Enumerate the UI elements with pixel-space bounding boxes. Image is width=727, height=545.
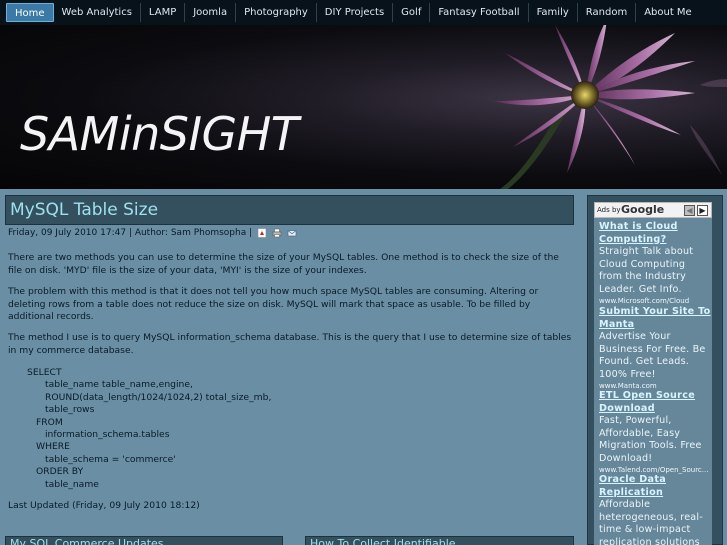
nav-item-golf[interactable]: Golf xyxy=(393,3,431,22)
code-line: table_schema = 'commerce' xyxy=(45,453,176,465)
ad-title[interactable]: Oracle Data Replication xyxy=(599,474,711,499)
nav-item-random[interactable]: Random xyxy=(578,3,637,22)
article-paragraph: The method I use is to query MySQL infor… xyxy=(8,332,572,356)
nav-item-lamp[interactable]: LAMP xyxy=(141,3,186,22)
site-title[interactable]: SAMinSIGHT xyxy=(20,107,299,161)
related-article-box-right: How To Collect Identifiable xyxy=(305,536,574,545)
article-paragraph: There are two methods you can use to det… xyxy=(8,252,559,276)
ad-url[interactable]: www.Microsoft.com/Cloud xyxy=(599,296,711,306)
code-line: SELECT xyxy=(27,367,62,378)
article-title[interactable]: MySQL Table Size xyxy=(10,200,158,220)
chevron-right-icon[interactable]: ▶ xyxy=(697,205,708,216)
nav-item-joomla[interactable]: Joomla xyxy=(185,3,237,22)
article-paragraph: The problem with this method is that it … xyxy=(8,286,539,322)
google-logo[interactable]: Google xyxy=(621,203,664,216)
sidebar: Ads by Google ◀ ▶ What is Cloud Computin… xyxy=(587,195,723,545)
ad-title[interactable]: ETL Open Source Download xyxy=(599,390,711,415)
code-line: information_schema.tables xyxy=(45,429,170,441)
ad-body: Straight Talk about Cloud Computing from… xyxy=(599,246,694,295)
ads-by-label[interactable]: Ads by xyxy=(597,206,621,214)
nav-item-about-me[interactable]: About Me xyxy=(636,3,700,22)
ad-body: Advertise Your Business For Free. Be Fou… xyxy=(599,331,706,380)
ad-title[interactable]: What is Cloud Computing? xyxy=(599,221,711,246)
related-article-title[interactable]: My SQL Commerce Updates xyxy=(10,537,164,545)
main-content: MySQL Table Size Friday, 09 July 2010 17… xyxy=(0,189,580,545)
nav-item-home[interactable]: Home xyxy=(6,3,54,22)
ad-item[interactable]: ETL Open Source Download Fast, Powerful,… xyxy=(599,390,711,475)
related-article-title[interactable]: How To Collect Identifiable xyxy=(310,537,456,545)
google-ads-panel: Ads by Google ◀ ▶ What is Cloud Computin… xyxy=(594,202,712,545)
related-article-box-left: My SQL Commerce Updates xyxy=(5,536,283,545)
chevron-left-icon[interactable]: ◀ xyxy=(684,205,695,216)
top-navigation: Home Web Analytics LAMP Joomla Photograp… xyxy=(0,0,727,25)
ad-body: Affordable heterogeneous, real-time & lo… xyxy=(599,499,703,545)
code-line: table_name table_name,engine, xyxy=(45,379,193,391)
code-line: ORDER BY xyxy=(36,466,84,478)
article-meta-text: Friday, 09 July 2010 17:47 | Author: Sam… xyxy=(8,228,253,238)
nav-item-web-analytics[interactable]: Web Analytics xyxy=(54,3,141,22)
code-line: FROM xyxy=(36,416,63,428)
sql-code-block: SELECT table_name table_name,engine, ROU… xyxy=(27,367,271,491)
print-icon[interactable] xyxy=(272,228,282,238)
nav-item-photography[interactable]: Photography xyxy=(236,3,317,22)
ad-item[interactable]: What is Cloud Computing? Straight Talk a… xyxy=(599,221,711,306)
header-banner: SAMinSIGHT xyxy=(0,25,727,189)
email-icon[interactable] xyxy=(287,228,297,238)
ads-header: Ads by Google ◀ ▶ xyxy=(594,202,712,218)
code-line: ROUND(data_length/1024/1024,2) total_siz… xyxy=(45,391,272,403)
code-line: table_name xyxy=(45,478,99,490)
code-line: WHERE xyxy=(36,441,70,453)
nav-item-family[interactable]: Family xyxy=(529,3,578,22)
code-line: table_rows xyxy=(45,404,95,416)
pdf-icon[interactable] xyxy=(257,228,267,238)
article-title-bar: MySQL Table Size xyxy=(5,195,574,225)
nav-item-diy-projects[interactable]: DIY Projects xyxy=(317,3,394,22)
ad-title[interactable]: Submit Your Site To Manta xyxy=(599,306,711,331)
ad-item[interactable]: Oracle Data Replication Affordable heter… xyxy=(599,474,711,545)
ad-item[interactable]: Submit Your Site To Manta Advertise Your… xyxy=(599,306,711,391)
article-meta: Friday, 09 July 2010 17:47 | Author: Sam… xyxy=(8,228,297,238)
ad-body: Fast, Powerful, Affordable, Easy Migrati… xyxy=(599,415,702,464)
nav-item-fantasy-football[interactable]: Fantasy Football xyxy=(430,3,529,22)
last-updated: Last Updated (Friday, 09 July 2010 18:12… xyxy=(8,500,200,511)
